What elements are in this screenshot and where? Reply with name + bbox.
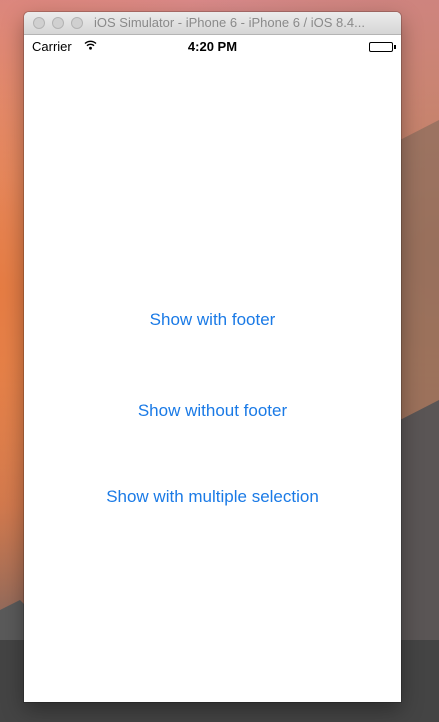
show-with-footer-button[interactable]: Show with footer bbox=[24, 310, 401, 330]
window-controls bbox=[33, 17, 83, 29]
window-titlebar[interactable]: iOS Simulator - iPhone 6 - iPhone 6 / iO… bbox=[24, 12, 401, 35]
status-time: 4:20 PM bbox=[187, 39, 238, 54]
ios-status-bar: Carrier 4:20 PM bbox=[24, 35, 401, 57]
app-screen: Show with footer Show without footer Sho… bbox=[24, 57, 401, 702]
show-without-footer-button[interactable]: Show without footer bbox=[24, 401, 401, 421]
simulator-window: iOS Simulator - iPhone 6 - iPhone 6 / iO… bbox=[24, 12, 401, 702]
battery-icon bbox=[369, 42, 396, 52]
window-title: iOS Simulator - iPhone 6 - iPhone 6 / iO… bbox=[94, 15, 365, 30]
close-window-button[interactable] bbox=[33, 17, 45, 29]
zoom-window-button[interactable] bbox=[71, 17, 83, 29]
show-multiple-selection-button[interactable]: Show with multiple selection bbox=[24, 487, 401, 507]
minimize-window-button[interactable] bbox=[52, 17, 64, 29]
